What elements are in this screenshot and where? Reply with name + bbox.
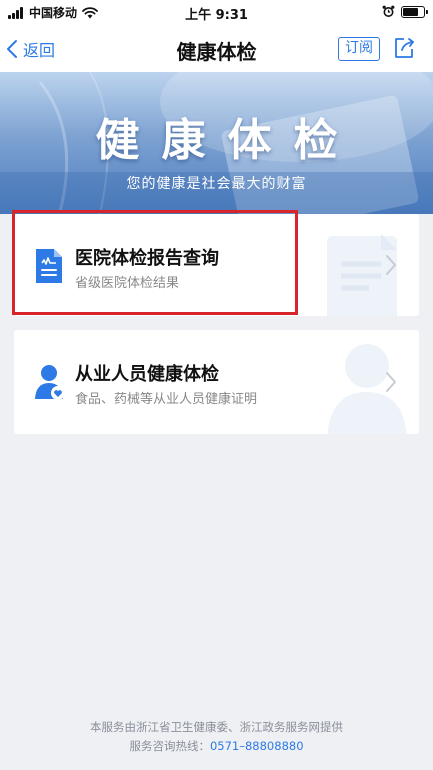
chevron-right-icon	[386, 255, 396, 275]
card-title: 医院体检报告查询	[75, 248, 219, 269]
banner-subtitle: 您的健康是社会最大的财富	[126, 176, 307, 192]
status-time: 上午 9:31	[185, 8, 248, 23]
status-bar: 中国移动 上午 9:31	[0, 0, 433, 26]
hotline-label: 服务咨询热线：	[129, 739, 210, 753]
employee-health-check-card[interactable]: 从业人员健康体检 食品、药械等从业人员健康证明	[14, 330, 419, 434]
report-watermark-art	[327, 234, 397, 316]
report-document-icon	[36, 249, 62, 283]
hospital-report-query-card[interactable]: 医院体检报告查询 省级医院体检结果	[14, 214, 419, 316]
footer-hotline: 服务咨询热线：0571–88808880	[0, 737, 433, 756]
card-subtitle: 食品、药械等从业人员健康证明	[75, 392, 258, 407]
battery-fill	[403, 7, 418, 16]
battery-icon	[401, 5, 428, 18]
share-icon[interactable]	[392, 36, 416, 60]
hero-banner: 健康体检 您的健康是社会最大的财富	[0, 72, 433, 214]
footer: 本服务由浙江省卫生健康委、浙江政务服务网提供 服务咨询热线：0571–88808…	[0, 718, 433, 756]
person-heart-icon	[35, 365, 65, 400]
card-title: 从业人员健康体检	[75, 364, 219, 385]
footer-provider: 本服务由浙江省卫生健康委、浙江政务服务网提供	[90, 720, 343, 734]
person-watermark-art	[327, 344, 407, 434]
hotline-number-link[interactable]: 0571–88808880	[210, 739, 304, 753]
card-subtitle: 省级医院体检结果	[75, 276, 180, 291]
alarm-icon	[382, 5, 395, 17]
status-right	[382, 5, 428, 18]
banner-title: 健康体检	[95, 115, 360, 166]
chevron-right-icon	[386, 372, 396, 392]
nav-bar: 返回 健康体检 订阅	[0, 26, 433, 72]
subscribe-button[interactable]: 订阅	[338, 37, 380, 61]
health-checkup-page: 中国移动 上午 9:31 返回 健康体检 订阅 健康体检 您的健康是社会最大的财…	[0, 0, 433, 770]
